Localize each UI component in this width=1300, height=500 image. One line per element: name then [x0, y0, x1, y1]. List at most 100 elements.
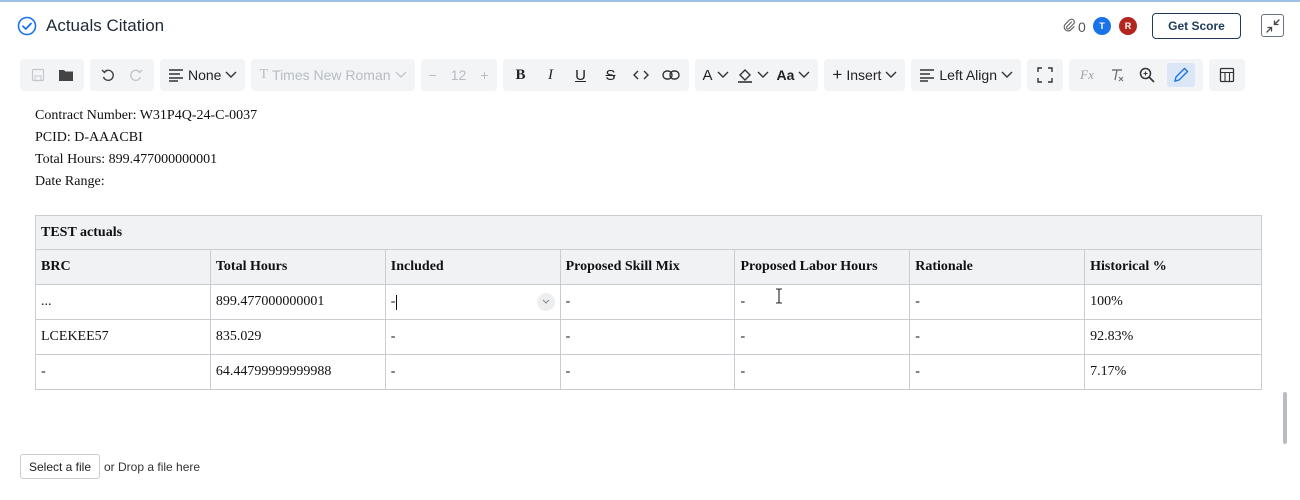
font-size-stepper[interactable]: − 12 + [420, 59, 497, 91]
attachments[interactable]: 0 [1062, 18, 1086, 35]
underline-icon[interactable]: U [571, 65, 591, 85]
highlight-select[interactable] [737, 67, 769, 83]
table-cell[interactable]: - [909, 354, 1086, 390]
table-icon[interactable] [1217, 65, 1237, 85]
table-cell[interactable]: - [909, 284, 1086, 320]
check-circle-icon [17, 16, 37, 36]
editor-toolbar: None T Times New Roman − 12 + B I U S A … [20, 59, 1245, 91]
align-label: Left Align [939, 67, 997, 83]
font-family-value: Times New Roman [272, 67, 391, 83]
font-color-select[interactable]: A [703, 67, 729, 84]
top-progress-line [0, 0, 1300, 2]
column-header: Included [384, 249, 561, 285]
table-cell[interactable]: - [35, 354, 211, 390]
chevron-down-icon [225, 71, 237, 79]
table-cell[interactable]: 64.44799999999988 [209, 354, 386, 390]
pcid-line: PCID: D-AAACBI [35, 130, 143, 145]
get-score-button[interactable]: Get Score [1152, 13, 1241, 39]
table-cell[interactable]: - [559, 319, 736, 355]
total-hours-line: Total Hours: 899.477000000001 [35, 152, 218, 167]
table-header-row: BRC Total Hours Included Proposed Skill … [35, 249, 1262, 285]
chevron-down-icon [395, 71, 407, 79]
attachment-count: 0 [1078, 18, 1086, 35]
text-cursor-icon [774, 288, 784, 304]
header: Actuals Citation 0 T R Get Score [0, 6, 1300, 46]
chevron-down-icon [885, 71, 897, 79]
table-cell[interactable]: - [734, 284, 911, 320]
avatar[interactable]: R [1119, 17, 1137, 35]
block-style-select[interactable]: None [160, 59, 246, 91]
table-cell[interactable]: - [384, 319, 561, 355]
highlight-icon [737, 67, 753, 83]
included-cell-active[interactable]: - [384, 284, 561, 320]
table-cell[interactable]: 7.17% [1084, 354, 1262, 390]
formula-icon[interactable]: Fx [1077, 65, 1097, 85]
code-icon[interactable] [631, 65, 651, 85]
paperclip-icon [1062, 18, 1076, 35]
chevron-down-icon [717, 71, 729, 79]
actuals-table: TEST actuals BRC Total Hours Included Pr… [35, 215, 1262, 390]
table-cell-value: - [390, 294, 396, 309]
column-header: Historical % [1084, 249, 1262, 285]
toolbar-group-color: A Aa [694, 59, 819, 91]
table-cell[interactable]: - [384, 354, 561, 390]
insert-select[interactable]: + Insert [824, 59, 906, 91]
font-color-icon: A [702, 66, 713, 84]
toolbar-group-history [90, 59, 154, 91]
font-size-value: 12 [450, 67, 467, 83]
link-icon[interactable] [661, 65, 681, 85]
clear-format-icon[interactable] [1107, 65, 1127, 85]
select-file-button[interactable]: Select a file [20, 454, 100, 479]
paragraph-icon [168, 68, 184, 82]
text-caret [396, 294, 398, 310]
minus-icon[interactable]: − [429, 67, 437, 83]
font-icon: T [259, 67, 269, 82]
pen-icon[interactable] [1166, 63, 1195, 87]
toolbar-group-format: B I U S [502, 59, 689, 91]
table-cell[interactable]: LCEKEE57 [35, 319, 211, 355]
collapse-icon[interactable] [1261, 14, 1284, 37]
chevron-down-icon [1001, 71, 1013, 79]
text-case-select[interactable]: Aa [777, 67, 811, 83]
search-icon[interactable] [1137, 65, 1157, 85]
table-cell[interactable]: ... [35, 284, 211, 320]
table-cell[interactable]: 92.83% [1084, 319, 1262, 355]
column-header: Proposed Labor Hours [734, 249, 911, 285]
table-caption: TEST actuals [35, 215, 1262, 250]
italic-icon[interactable]: I [541, 65, 561, 85]
clipped-text-line: ........................................… [35, 96, 515, 102]
table-cell[interactable]: - [734, 354, 911, 390]
font-family-select[interactable]: T Times New Roman [251, 59, 415, 91]
table-row: - 64.44799999999988 - - - - 7.17% [35, 354, 1262, 390]
contract-number-line: Contract Number: W31P4Q-24-C-0037 [35, 108, 258, 123]
date-range-line: Date Range: [35, 174, 105, 189]
table-cell[interactable]: 835.029 [209, 319, 386, 355]
vertical-scrollbar[interactable] [1283, 392, 1287, 444]
table-cell[interactable]: - [559, 284, 736, 320]
fullscreen-icon[interactable] [1035, 65, 1055, 85]
table-row: ... 899.477000000001 - - - - 100% [35, 284, 1262, 320]
table-row: LCEKEE57 835.029 - - - - 92.83% [35, 319, 1262, 355]
insert-label: Insert [846, 67, 882, 83]
table-cell[interactable]: 899.477000000001 [209, 284, 386, 320]
save-icon[interactable] [28, 65, 48, 85]
chevron-down-icon[interactable] [536, 293, 555, 311]
redo-icon[interactable] [126, 65, 146, 85]
table-cell[interactable]: - [734, 319, 911, 355]
table-cell[interactable]: 100% [1084, 284, 1262, 320]
column-header: Rationale [909, 249, 1086, 285]
insert-plus-icon: + [832, 65, 843, 84]
folder-icon[interactable] [56, 65, 76, 85]
toolbar-group-tools: Fx [1068, 59, 1203, 91]
bold-icon[interactable]: B [511, 65, 531, 85]
drop-zone-label: or Drop a file here [104, 460, 201, 474]
undo-icon[interactable] [98, 65, 118, 85]
avatar[interactable]: T [1093, 17, 1111, 35]
plus-icon[interactable]: + [480, 67, 488, 83]
text-case-icon: Aa [776, 67, 795, 83]
table-cell[interactable]: - [909, 319, 1086, 355]
align-left-icon [919, 68, 935, 82]
strikethrough-icon[interactable]: S [601, 65, 621, 85]
table-cell[interactable]: - [559, 354, 736, 390]
align-select[interactable]: Left Align [911, 59, 1021, 91]
